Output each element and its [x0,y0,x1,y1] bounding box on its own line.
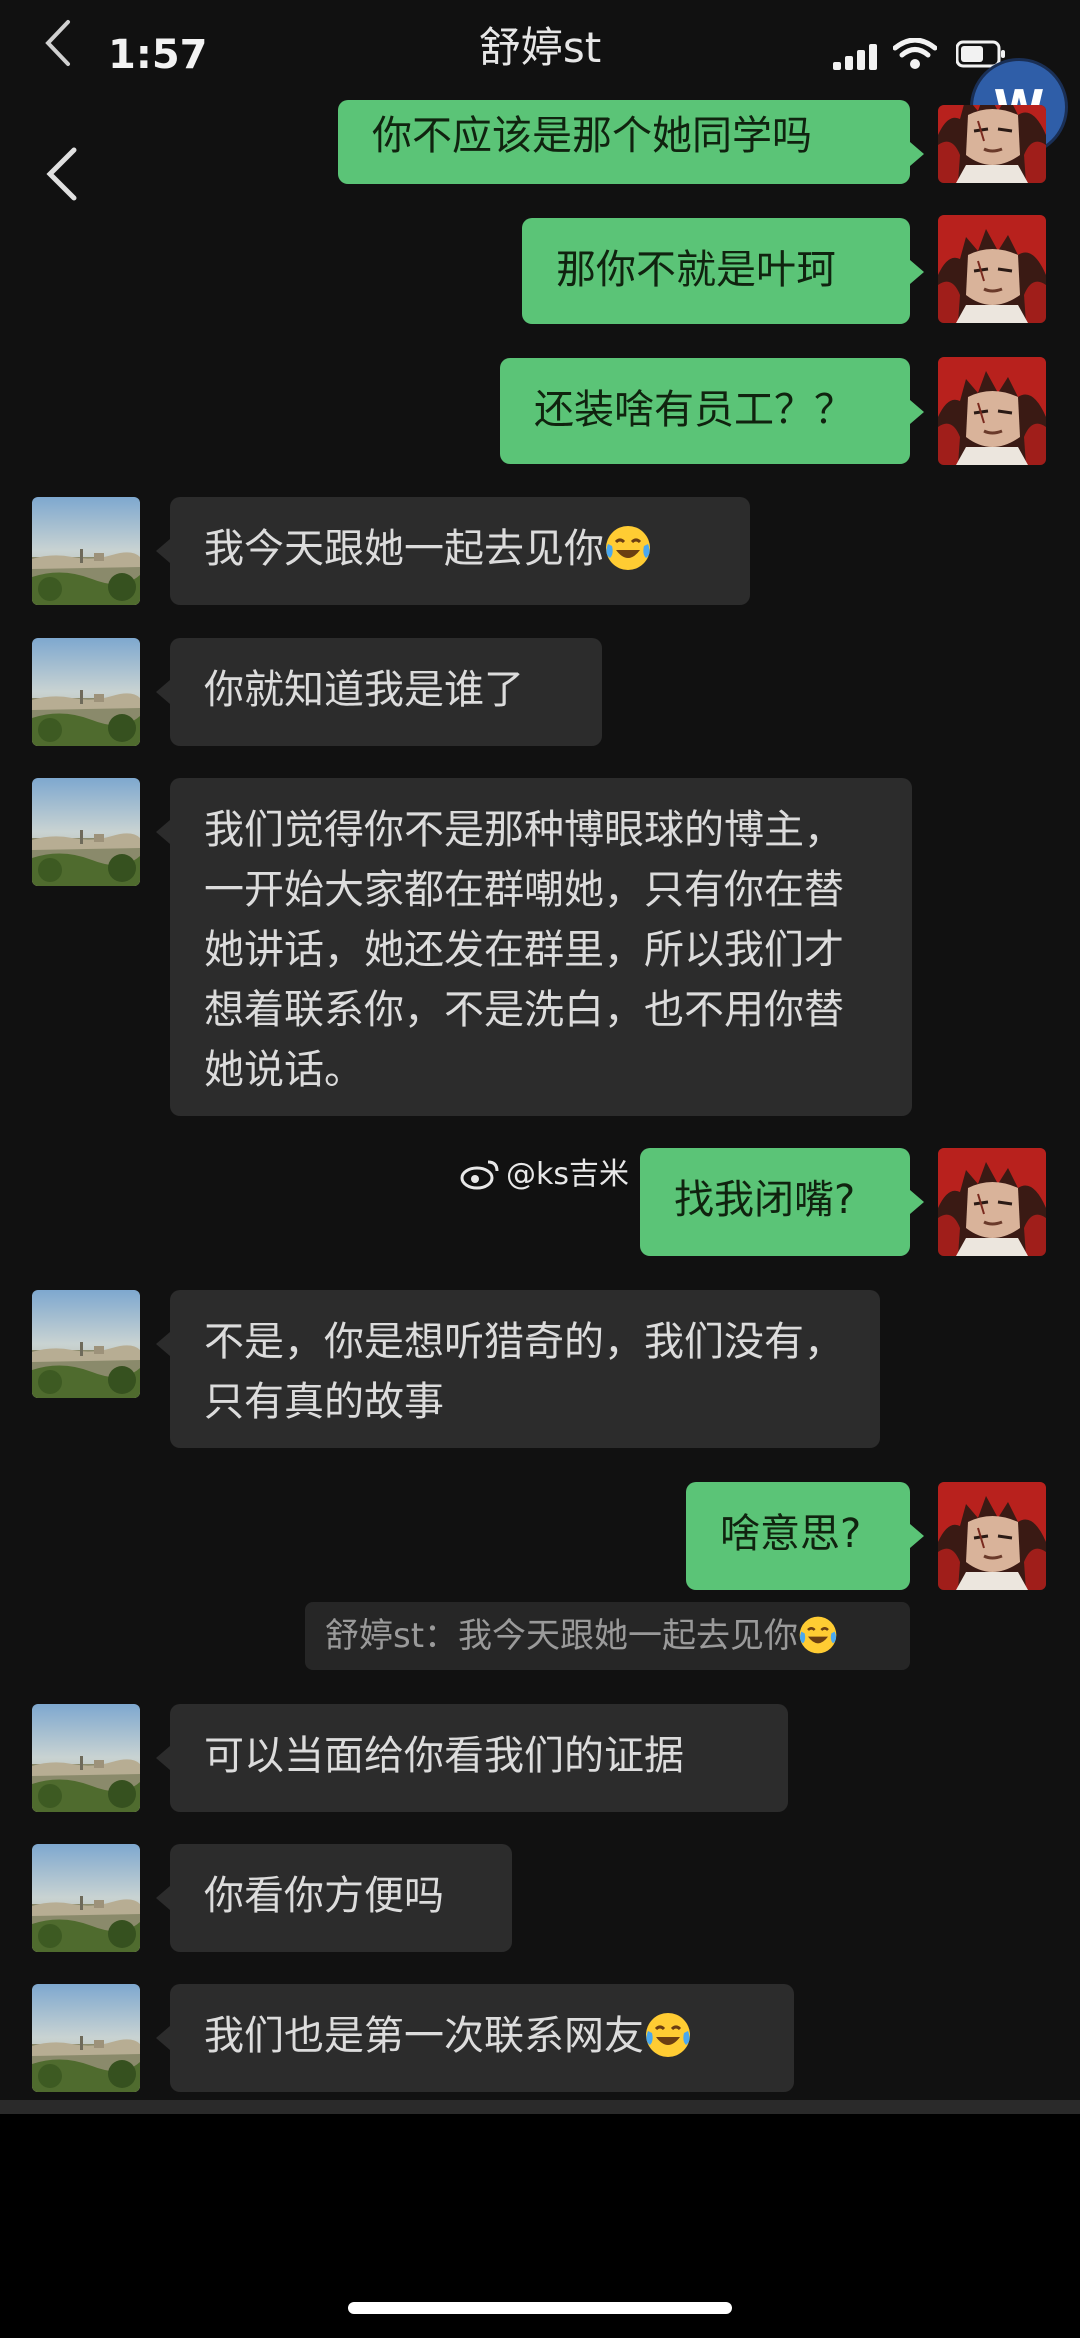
laugh-cry-emoji-icon [798,1615,838,1655]
laugh-cry-emoji-icon [604,524,652,572]
wifi-icon [893,38,937,69]
input-bar-divider [0,2100,1080,2114]
message-bubble-self[interactable]: 还装啥有员工？？ [500,358,924,464]
contact-avatar[interactable] [938,215,1046,323]
cellular-signal-icon [833,44,877,70]
contact-avatar[interactable] [32,1290,140,1398]
weibo-logo-icon [460,1160,499,1190]
weibo-watermark: @ks吉米 [460,1152,629,1198]
message-bubble-self[interactable]: 找我闭嘴? [640,1148,924,1256]
contact-avatar[interactable] [938,105,1046,183]
contact-avatar[interactable] [32,497,140,605]
message-bubble-other[interactable]: 我们觉得你不是那种博眼球的博主，一开始大家都在群嘲她，只有你在替她讲话，她还发在… [156,778,912,1116]
contact-avatar[interactable] [938,357,1046,465]
message-bubble-other[interactable]: 我们也是第一次联系网友 [156,1984,794,2092]
laugh-cry-emoji-icon [644,2011,692,2059]
contact-avatar[interactable] [938,1482,1046,1590]
message-bubble-other[interactable]: 你看你方便吗 [156,1844,512,1952]
contact-avatar[interactable] [32,778,140,886]
contact-avatar[interactable] [32,1844,140,1952]
quoted-message[interactable]: 舒婷st：我今天跟她一起去见你 [305,1602,910,1670]
message-bubble-self[interactable]: 啥意思? [686,1482,924,1590]
contact-avatar[interactable] [32,638,140,746]
status-bar: 1:57 舒婷st [0,0,1080,100]
watermark-text: @ks吉米 [506,1157,630,1192]
message-bubble-other[interactable]: 我今天跟她一起去见你 [156,497,750,605]
quoted-message-text: 舒婷st：我今天跟她一起去见你 [325,1616,799,1656]
message-bubble-other[interactable]: 你就知道我是谁了 [156,638,602,746]
message-bubble-other[interactable]: 可以当面给你看我们的证据 [156,1704,788,1812]
message-bubble-other[interactable]: 不是，你是想听猎奇的，我们没有，只有真的故事 [156,1290,880,1448]
contact-avatar[interactable] [938,1148,1046,1256]
message-bubble-self[interactable]: 那你不就是叶珂 [522,218,924,324]
message-text: 我今天跟她一起去见你 [204,526,604,572]
message-text: 我们也是第一次联系网友 [204,2013,644,2059]
contact-avatar[interactable] [32,1984,140,2092]
message-bubble-self[interactable]: 你不应该是那个她同学吗 [338,100,924,184]
contact-avatar[interactable] [32,1704,140,1812]
back-arrow-icon[interactable] [44,146,80,202]
home-indicator[interactable] [348,2302,732,2314]
